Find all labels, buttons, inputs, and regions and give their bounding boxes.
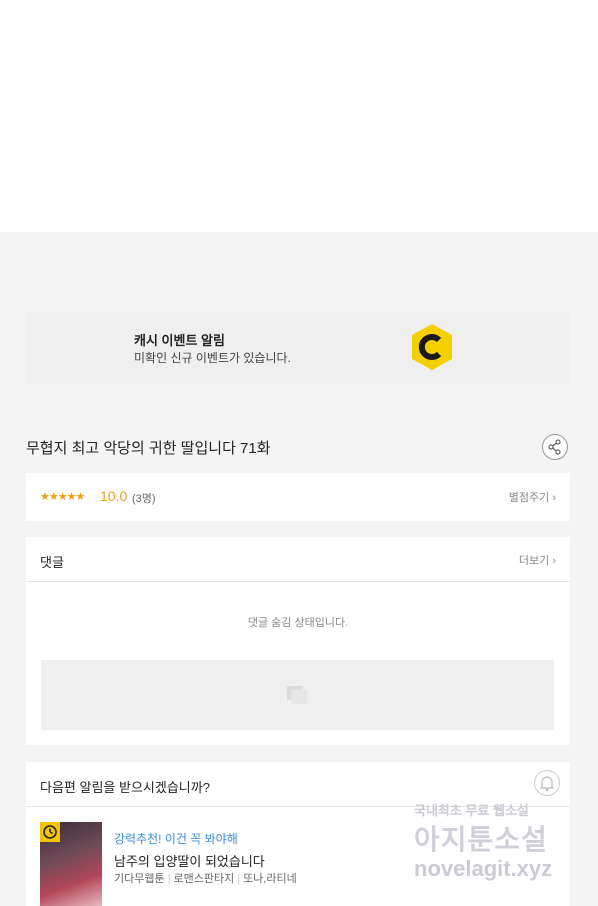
rate-button[interactable]: 별점주기 › [509, 489, 556, 505]
rating-stars: ★★★★★ [40, 491, 85, 503]
watermark-tagline: 국내최초 무료 웹소설 [414, 803, 529, 818]
comments-card: 댓글 더보기 › 댓글 숨김 상태입니다. [26, 537, 570, 745]
comments-header: 댓글 [40, 555, 64, 570]
meta-separator: | [167, 873, 171, 885]
comment-placeholder [41, 660, 554, 730]
notify-bell-button[interactable] [534, 770, 560, 796]
watermark-url: novelagit.xyz [414, 856, 553, 881]
clock-icon [43, 825, 57, 839]
comments-more-link[interactable]: 더보기 › [519, 552, 556, 568]
watermark-site-name: 아지툰소설 [414, 824, 548, 855]
rating-count: (3명) [132, 493, 156, 505]
recommendation-meta: 기다무웹툰 | 로맨스판타지 | 또나,라티네 [114, 870, 297, 886]
share-button[interactable] [542, 434, 568, 460]
comments-hidden-message: 댓글 숨김 상태입니다. [247, 617, 349, 629]
recommendation-author: 또나,라티네 [243, 873, 297, 885]
rating-card: ★★★★★ 10.0 (3명) 별점주기 › [26, 473, 570, 521]
banner-description: 미확인 신규 이벤트가 있습니다. [134, 351, 291, 365]
rating-score: 10.0 [100, 488, 128, 504]
site-watermark: 국내최초 무료 웹소설 아지툰소설 novelagit.xyz [412, 800, 592, 900]
wait-free-badge [40, 822, 60, 842]
share-icon [548, 439, 561, 455]
cash-logo-icon [412, 324, 452, 370]
recommendation-label: 강력추천! 이건 꼭 봐야해 [114, 832, 238, 846]
recommendation-thumbnail[interactable] [40, 822, 102, 906]
tag-genre: 로맨스판타지 [173, 873, 235, 885]
divider [26, 581, 570, 582]
meta-separator: | [237, 873, 241, 885]
banner-title: 캐시 이벤트 알림 [134, 333, 225, 348]
notify-question: 다음편 알림을 받으시겠습니까? [40, 780, 210, 795]
content-area [0, 0, 598, 232]
tag-wait-free: 기다무웹툰 [114, 873, 165, 885]
image-placeholder-icon [287, 686, 307, 704]
bell-icon [539, 776, 555, 792]
cash-event-banner[interactable]: 캐시 이벤트 알림 미확인 신규 이벤트가 있습니다. [26, 312, 570, 384]
episode-title: 무협지 최고 악당의 귀한 딸입니다 71화 [26, 440, 271, 457]
recommendation-title[interactable]: 남주의 입양딸이 되었습니다 [114, 851, 265, 870]
